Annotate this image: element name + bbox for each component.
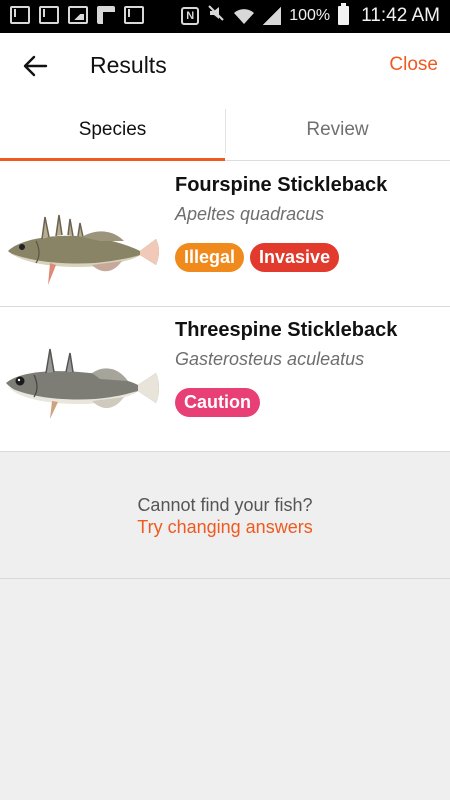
- notification-icons: [10, 6, 144, 24]
- mail-icon: [10, 6, 30, 24]
- mute-icon: [207, 4, 225, 27]
- battery-icon: [338, 3, 350, 25]
- system-icons: N 100% 11:42 AM: [181, 3, 440, 27]
- battery-percent: 100%: [289, 6, 331, 24]
- result-item[interactable]: Fourspine Stickleback Apeltes quadracus …: [0, 161, 450, 307]
- app-bar: Results Close: [0, 33, 450, 101]
- status-bar: N 100% 11:42 AM: [0, 0, 450, 33]
- mail-icon: [124, 6, 144, 24]
- arrow-left-icon[interactable]: [18, 51, 52, 81]
- flipboard-icon: [97, 6, 115, 24]
- mail-icon: [39, 6, 59, 24]
- status-badge-illegal: Illegal: [175, 243, 245, 272]
- tab-bar: Species Review: [0, 101, 450, 161]
- status-badges: Illegal Invasive: [175, 243, 340, 272]
- try-changing-answers-link[interactable]: Try changing answers: [0, 517, 450, 538]
- fourspine-stickleback-image: [8, 214, 159, 285]
- tab-species[interactable]: Species: [0, 101, 225, 161]
- fish-common-name: Fourspine Stickleback: [175, 174, 388, 196]
- clock: 11:42 AM: [361, 4, 440, 26]
- status-badges: Caution: [175, 388, 260, 417]
- nfc-icon: N: [181, 6, 200, 25]
- fish-common-name: Threespine Stickleback: [175, 319, 398, 341]
- status-badge-invasive: Invasive: [250, 243, 340, 272]
- page-title: Results: [90, 52, 167, 78]
- wifi-icon: [233, 7, 255, 25]
- fish-scientific-name: Apeltes quadracus: [175, 204, 325, 224]
- signal-icon: [263, 6, 282, 25]
- fish-scientific-name: Gasterosteus aculeatus: [175, 349, 365, 369]
- image-icon: [68, 6, 88, 24]
- threespine-stickleback-image: [6, 348, 159, 419]
- not-found-question: Cannot find your fish?: [137, 495, 313, 515]
- tab-review[interactable]: Review: [225, 101, 450, 161]
- result-item[interactable]: Threespine Stickleback Gasterosteus acul…: [0, 307, 450, 452]
- close-button[interactable]: Close: [389, 54, 438, 76]
- status-badge-caution: Caution: [175, 388, 260, 417]
- not-found-section: Cannot find your fish? Try changing answ…: [0, 452, 450, 579]
